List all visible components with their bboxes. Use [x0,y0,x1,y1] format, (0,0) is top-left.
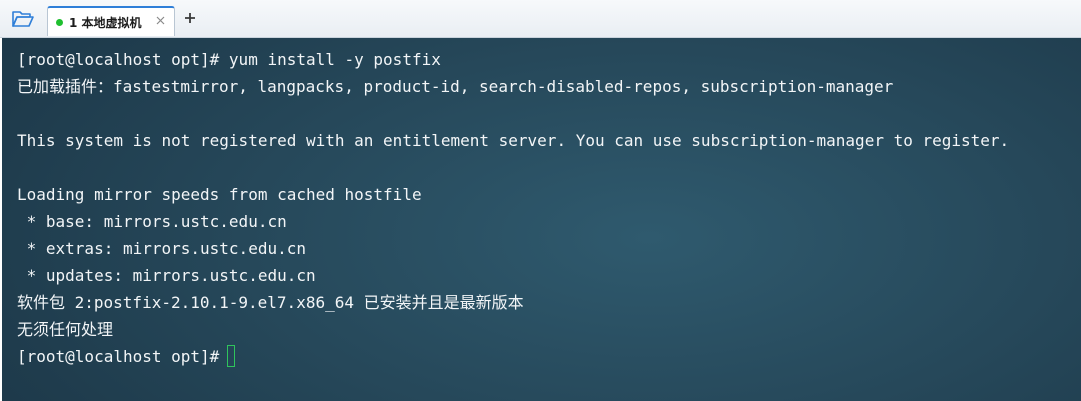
terminal-line: 已加载插件：fastestmirror, langpacks, product-… [17,77,894,96]
terminal-cursor [227,345,236,367]
add-tab-button[interactable] [181,9,199,27]
prompt-line: [root@localhost opt]# [17,343,1081,370]
terminal-line: 无须任何处理 [17,320,114,339]
connected-status-dot [56,18,63,26]
tab-local-vm[interactable]: 1 本地虚拟机 [47,6,175,36]
terminal-line: * updates: mirrors.ustc.edu.cn [17,266,316,285]
folder-open-icon [12,11,34,27]
terminal-line: Loading mirror speeds from cached hostfi… [17,185,422,204]
close-icon [156,16,164,24]
terminal-line: * extras: mirrors.ustc.edu.cn [17,239,306,258]
folder-open-button[interactable] [10,8,36,30]
terminal-line: This system is not registered with an en… [17,131,1010,150]
tab-bar: 1 本地虚拟机 [0,0,1081,38]
shell-prompt: [root@localhost opt]# [17,347,220,366]
terminal-output[interactable]: [root@localhost opt]# yum install -y pos… [2,38,1081,401]
terminal-line: 软件包 2:postfix-2.10.1-9.el7.x86_64 已安装并且是… [17,293,524,312]
tab-label: 1 本地虚拟机 [69,15,142,30]
terminal-line: * base: mirrors.ustc.edu.cn [17,212,287,231]
terminal-line: [root@localhost opt]# yum install -y pos… [17,50,441,69]
plus-icon [185,13,195,23]
terminal-window: 1 本地虚拟机 [root@localhost opt]# yum instal… [0,0,1081,401]
tab-close-button[interactable] [154,14,166,26]
